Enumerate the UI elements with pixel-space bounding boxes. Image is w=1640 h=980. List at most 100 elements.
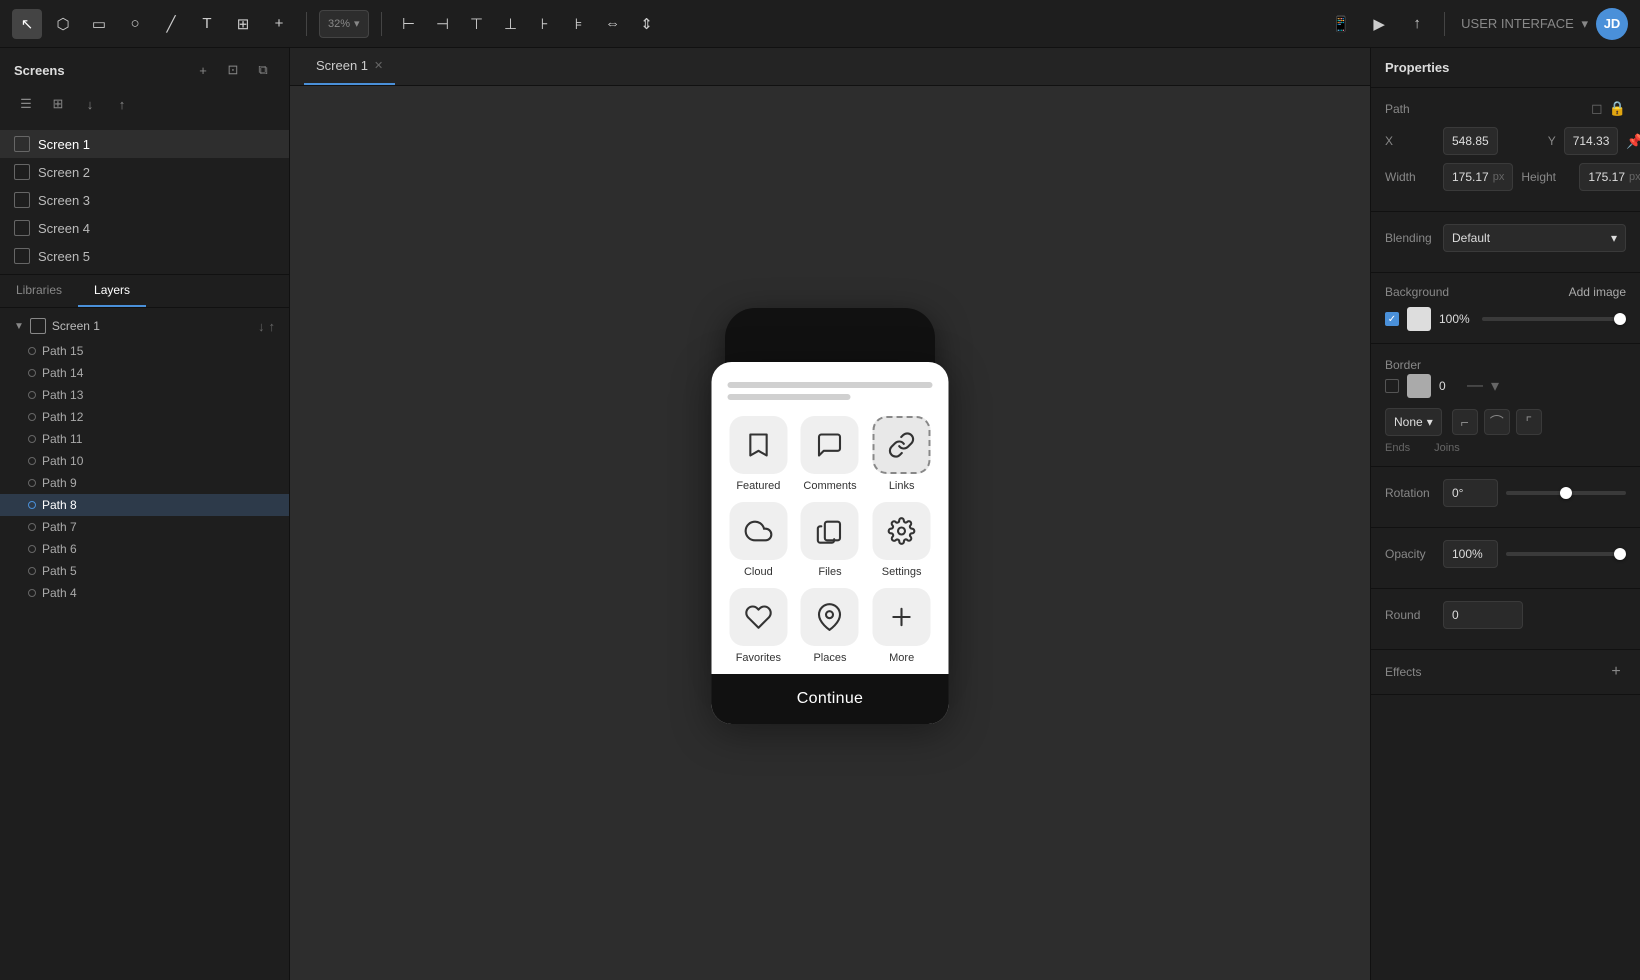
bg-opacity-slider[interactable] <box>1482 317 1626 321</box>
add-image-btn[interactable]: Add image <box>1569 285 1626 299</box>
layer-path13[interactable]: Path 13 <box>0 384 289 406</box>
text-tool[interactable]: T <box>192 9 222 39</box>
cap-style-select[interactable]: None ▾ <box>1385 408 1442 436</box>
join-round-btn[interactable]: ⌒ <box>1484 409 1510 435</box>
join-bevel-btn[interactable]: ⌜ <box>1516 409 1542 435</box>
sort-down-icon[interactable]: ↓ <box>258 319 265 334</box>
opacity-row: Opacity 100% <box>1385 540 1626 568</box>
lock-icon[interactable]: 🔒 <box>1609 100 1626 117</box>
border-color-swatch[interactable] <box>1407 374 1431 398</box>
distribute-v[interactable]: ⇕ <box>632 9 662 39</box>
width-input[interactable]: 175.17 px <box>1443 163 1513 191</box>
layer-path8[interactable]: Path 8 <box>0 494 289 516</box>
rotation-slider[interactable] <box>1506 491 1626 495</box>
project-name[interactable]: USER INTERFACE ▾ <box>1457 16 1588 32</box>
vector-tool[interactable]: ⬡ <box>48 9 78 39</box>
rotation-section: Rotation 0° <box>1371 467 1640 528</box>
duplicate-screen-btn[interactable]: ⧉ <box>251 58 275 82</box>
icon-cell-favorites[interactable]: Favorites <box>728 588 790 664</box>
add-effect-btn[interactable]: + <box>1606 662 1626 682</box>
opacity-slider[interactable] <box>1506 552 1626 556</box>
layer-path4[interactable]: Path 4 <box>0 582 289 604</box>
border-checkbox[interactable] <box>1385 379 1399 393</box>
layer-section-screen1[interactable]: ▼ Screen 1 ↓ ↑ <box>0 312 289 340</box>
bg-color-swatch[interactable] <box>1407 307 1431 331</box>
layer-path15[interactable]: Path 15 <box>0 340 289 362</box>
align-right[interactable]: ⊤ <box>462 9 492 39</box>
layer-path14[interactable]: Path 14 <box>0 362 289 384</box>
canvas-tab-close[interactable]: ✕ <box>374 59 383 72</box>
screen-icon-1 <box>14 136 30 152</box>
blending-select[interactable]: Default ▾ <box>1443 224 1626 252</box>
sort-up-icon[interactable]: ↑ <box>269 319 276 334</box>
add-from-file-btn[interactable]: ⊡ <box>221 58 245 82</box>
icon-cell-more[interactable]: More <box>871 588 933 664</box>
line-tool[interactable]: ╱ <box>156 9 186 39</box>
layer-path11[interactable]: Path 11 <box>0 428 289 450</box>
layer-path5[interactable]: Path 5 <box>0 560 289 582</box>
opacity-input[interactable]: 100% <box>1443 540 1498 568</box>
zoom-control[interactable]: 32% ▾ <box>319 10 369 38</box>
rectangle-tool[interactable]: ▭ <box>84 9 114 39</box>
opacity-section: Opacity 100% <box>1371 528 1640 589</box>
pin-icon[interactable]: 📌 <box>1626 133 1640 150</box>
play-preview[interactable]: ▶ <box>1364 9 1394 39</box>
layer-path6[interactable]: Path 6 <box>0 538 289 560</box>
x-input[interactable]: 548.85 <box>1443 127 1498 155</box>
layer-section-label: Screen 1 <box>52 319 100 333</box>
icon-box-places <box>801 588 859 646</box>
height-input[interactable]: 175.17 px <box>1579 163 1640 191</box>
screen-item-1[interactable]: Screen 1 <box>0 130 289 158</box>
align-bottom[interactable]: ⊧ <box>564 9 594 39</box>
ends-label: Ends <box>1385 442 1410 454</box>
mobile-preview[interactable]: 📱 <box>1326 9 1356 39</box>
add-tool[interactable]: + <box>264 9 294 39</box>
canvas-content[interactable]: Featured Comments <box>290 86 1370 980</box>
grid-view-btn[interactable]: ⊞ <box>46 92 70 116</box>
sort-asc-btn[interactable]: ↓ <box>78 92 102 116</box>
toolbar-separator-2 <box>381 12 382 36</box>
align-center-h[interactable]: ⊣ <box>428 9 458 39</box>
add-screen-btn[interactable]: + <box>191 58 215 82</box>
screen-item-3[interactable]: Screen 3 <box>0 186 289 214</box>
screen-item-4[interactable]: Screen 4 <box>0 214 289 242</box>
icon-cell-links[interactable]: Links <box>871 416 933 492</box>
phone-header-bars <box>728 382 933 400</box>
layer-path7[interactable]: Path 7 <box>0 516 289 538</box>
icon-cell-places[interactable]: Places <box>799 588 861 664</box>
rotation-input[interactable]: 0° <box>1443 479 1498 507</box>
export[interactable]: ↑ <box>1402 9 1432 39</box>
align-left[interactable]: ⊢ <box>394 9 424 39</box>
y-input[interactable]: 714.33 <box>1564 127 1619 155</box>
border-style-chevron[interactable]: ▾ <box>1491 376 1499 396</box>
zoom-chevron: ▾ <box>354 17 360 30</box>
round-input[interactable]: 0 <box>1443 601 1523 629</box>
canvas-tab-screen1[interactable]: Screen 1 ✕ <box>304 48 395 85</box>
icon-cell-files[interactable]: Files <box>799 502 861 578</box>
circle-tool[interactable]: ○ <box>120 9 150 39</box>
continue-button[interactable]: Continue <box>712 674 949 724</box>
distribute-h[interactable]: ⇔ <box>598 9 628 39</box>
screen-item-2[interactable]: Screen 2 <box>0 158 289 186</box>
layer-path9[interactable]: Path 9 <box>0 472 289 494</box>
sort-desc-btn[interactable]: ↑ <box>110 92 134 116</box>
bg-checkbox[interactable] <box>1385 312 1399 326</box>
image-tool[interactable]: ⊞ <box>228 9 258 39</box>
toolbar-separator-3 <box>1444 12 1445 36</box>
align-top[interactable]: ⊥ <box>496 9 526 39</box>
icon-cell-featured[interactable]: Featured <box>728 416 790 492</box>
icon-box-comments <box>801 416 859 474</box>
list-view-btn[interactable]: ☰ <box>14 92 38 116</box>
align-center-v[interactable]: ⊦ <box>530 9 560 39</box>
tab-layers[interactable]: Layers <box>78 275 146 307</box>
layer-path12[interactable]: Path 12 <box>0 406 289 428</box>
select-tool[interactable]: ↖ <box>12 9 42 39</box>
tab-libraries[interactable]: Libraries <box>0 275 78 307</box>
screen-item-5[interactable]: Screen 5 <box>0 242 289 270</box>
visibility-icon[interactable]: ◻ <box>1591 100 1603 117</box>
layer-path10[interactable]: Path 10 <box>0 450 289 472</box>
icon-cell-comments[interactable]: Comments <box>799 416 861 492</box>
icon-cell-cloud[interactable]: Cloud <box>728 502 790 578</box>
icon-cell-settings[interactable]: Settings <box>871 502 933 578</box>
join-miter-btn[interactable]: ⌐ <box>1452 409 1478 435</box>
